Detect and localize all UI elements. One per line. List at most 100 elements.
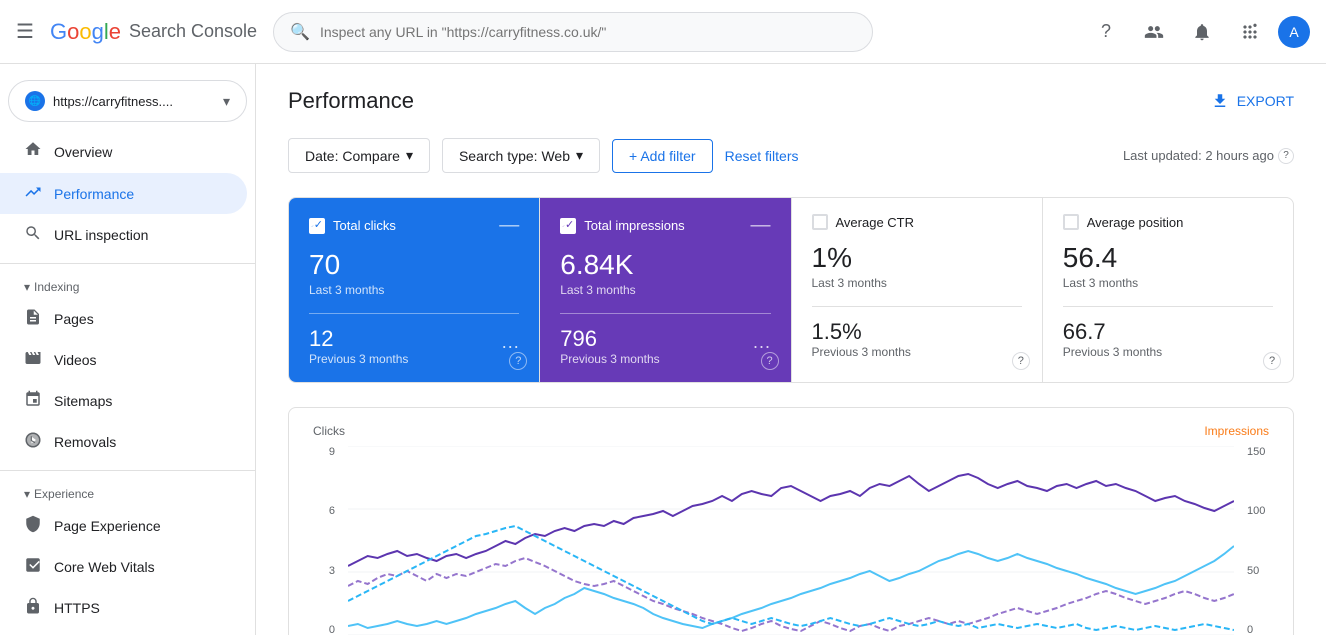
metric-label-impressions: Total impressions <box>584 218 684 233</box>
add-filter-label: + Add filter <box>629 148 696 164</box>
url-search-input[interactable] <box>320 24 856 40</box>
sidebar-item-pages[interactable]: Pages <box>0 298 247 339</box>
metric-period-ctr: Last 3 months <box>812 276 1022 290</box>
divider <box>309 313 519 314</box>
help-icon[interactable]: ? <box>761 352 779 370</box>
sidebar-item-label: Overview <box>54 144 112 160</box>
property-icon: 🌐 <box>25 91 45 111</box>
page-experience-icon <box>24 515 42 536</box>
indexing-section[interactable]: ▾ Indexing <box>0 272 255 298</box>
metric-cards: Total clicks — 70 Last 3 months 12 Previ… <box>288 197 1294 383</box>
help-icon[interactable]: ? <box>1263 352 1281 370</box>
metric-prev-period-impressions: Previous 3 months <box>560 352 659 366</box>
google-logo-text: Google <box>50 19 121 45</box>
search-type-filter-button[interactable]: Search type: Web ▾ <box>442 138 600 173</box>
metric-card-average-ctr[interactable]: Average CTR 1% Last 3 months 1.5% Previo… <box>792 198 1043 382</box>
metric-prev-row: 796 Previous 3 months ··· <box>560 326 770 366</box>
pages-icon <box>24 308 42 329</box>
metric-prev-value-ctr: 1.5% <box>812 319 911 345</box>
y-label-r: 150 <box>1247 446 1265 458</box>
metric-prev-period-clicks: Previous 3 months <box>309 352 408 366</box>
metric-prev-value-position: 66.7 <box>1063 319 1162 345</box>
removals-icon <box>24 431 42 452</box>
apps-icon[interactable] <box>1230 12 1270 52</box>
metric-prev-row: 12 Previous 3 months ··· <box>309 326 519 366</box>
metric-checkbox-impressions[interactable] <box>560 218 576 234</box>
chart-area: 9 6 3 0 150 100 50 0 <box>313 446 1269 635</box>
property-selector[interactable]: 🌐 https://carryfitness.... ▾ <box>8 80 247 122</box>
sidebar-item-sitemaps[interactable]: Sitemaps <box>0 380 247 421</box>
metric-prev-row: 66.7 Previous 3 months <box>1063 319 1273 359</box>
y-axis-left: 9 6 3 0 <box>313 446 343 635</box>
divider <box>560 313 770 314</box>
main-content: Performance EXPORT Date: Compare ▾ Searc… <box>256 64 1326 635</box>
section-label: Experience <box>34 487 94 501</box>
chevron-down-icon: ▾ <box>223 93 230 110</box>
y-label-r: 100 <box>1247 505 1265 517</box>
date-filter-button[interactable]: Date: Compare ▾ <box>288 138 430 173</box>
sidebar-item-label: HTTPS <box>54 600 100 616</box>
users-icon[interactable] <box>1134 12 1174 52</box>
sidebar: 🌐 https://carryfitness.... ▾ Overview Pe… <box>0 64 256 635</box>
help-icon[interactable]: ? <box>1012 352 1030 370</box>
chevron-down-icon: ▾ <box>24 280 30 294</box>
help-icon[interactable]: ? <box>1086 12 1126 52</box>
metric-prev-row: 1.5% Previous 3 months <box>812 319 1022 359</box>
metric-period-position: Last 3 months <box>1063 276 1273 290</box>
metric-period-impressions: Last 3 months <box>560 283 770 297</box>
sidebar-item-core-web-vitals[interactable]: Core Web Vitals <box>0 546 247 587</box>
sidebar-item-label: Page Experience <box>54 518 161 534</box>
metric-checkbox-position[interactable] <box>1063 214 1079 230</box>
topbar: ☰ Google Search Console 🔍 ? A <box>0 0 1326 64</box>
sidebar-item-overview[interactable]: Overview <box>0 130 247 173</box>
export-button[interactable]: EXPORT <box>1211 92 1294 110</box>
y-label-r: 50 <box>1247 565 1259 577</box>
reset-filters-link[interactable]: Reset filters <box>725 148 799 164</box>
sidebar-item-label: Videos <box>54 352 97 368</box>
last-updated-text: Last updated: 2 hours ago <box>1123 148 1274 163</box>
sidebar-item-performance[interactable]: Performance <box>0 173 247 214</box>
metric-card-total-clicks[interactable]: Total clicks — 70 Last 3 months 12 Previ… <box>289 198 540 382</box>
metric-checkbox-clicks[interactable] <box>309 218 325 234</box>
sidebar-item-removals[interactable]: Removals <box>0 421 247 462</box>
divider <box>812 306 1022 307</box>
y-label: 9 <box>329 446 335 458</box>
filters-bar: Date: Compare ▾ Search type: Web ▾ + Add… <box>288 138 1294 173</box>
metric-card-average-position[interactable]: Average position 56.4 Last 3 months 66.7… <box>1043 198 1293 382</box>
chevron-down-icon: ▾ <box>24 487 30 501</box>
chart-svg-container <box>348 446 1234 635</box>
help-icon[interactable]: ? <box>1278 148 1294 164</box>
sidebar-item-label: Sitemaps <box>54 393 112 409</box>
export-label: EXPORT <box>1237 93 1294 109</box>
y-label: 0 <box>329 624 335 635</box>
help-icon[interactable]: ? <box>509 352 527 370</box>
notifications-icon[interactable] <box>1182 12 1222 52</box>
sidebar-item-label: Pages <box>54 311 94 327</box>
metric-prev-value-impressions: 796 <box>560 326 659 352</box>
app-name: Search Console <box>129 21 257 42</box>
add-filter-button[interactable]: + Add filter <box>612 139 713 173</box>
date-filter-label: Date: Compare <box>305 148 400 164</box>
metric-checkbox-ctr[interactable] <box>812 214 828 230</box>
metric-value-ctr: 1% <box>812 242 1022 274</box>
metric-prev-period-ctr: Previous 3 months <box>812 345 911 359</box>
sidebar-item-url-inspection[interactable]: URL inspection <box>0 214 247 255</box>
sidebar-item-https[interactable]: HTTPS <box>0 587 247 628</box>
metric-card-total-impressions[interactable]: Total impressions — 6.84K Last 3 months … <box>540 198 791 382</box>
sidebar-item-label: Removals <box>54 434 116 450</box>
sidebar-item-videos[interactable]: Videos <box>0 339 247 380</box>
menu-icon[interactable]: ☰ <box>16 19 34 44</box>
divider-2 <box>0 470 255 471</box>
metric-label-ctr: Average CTR <box>836 215 915 230</box>
chart-left-label: Clicks <box>313 424 345 438</box>
videos-icon <box>24 349 42 370</box>
avatar[interactable]: A <box>1278 16 1310 48</box>
experience-section[interactable]: ▾ Experience <box>0 479 255 505</box>
page-header: Performance EXPORT <box>288 88 1294 114</box>
sidebar-item-page-experience[interactable]: Page Experience <box>0 505 247 546</box>
url-search-bar[interactable]: 🔍 <box>273 12 873 52</box>
home-icon <box>24 140 42 163</box>
sitemaps-icon <box>24 390 42 411</box>
search-icon <box>24 224 42 245</box>
search-type-label: Search type: Web <box>459 148 570 164</box>
